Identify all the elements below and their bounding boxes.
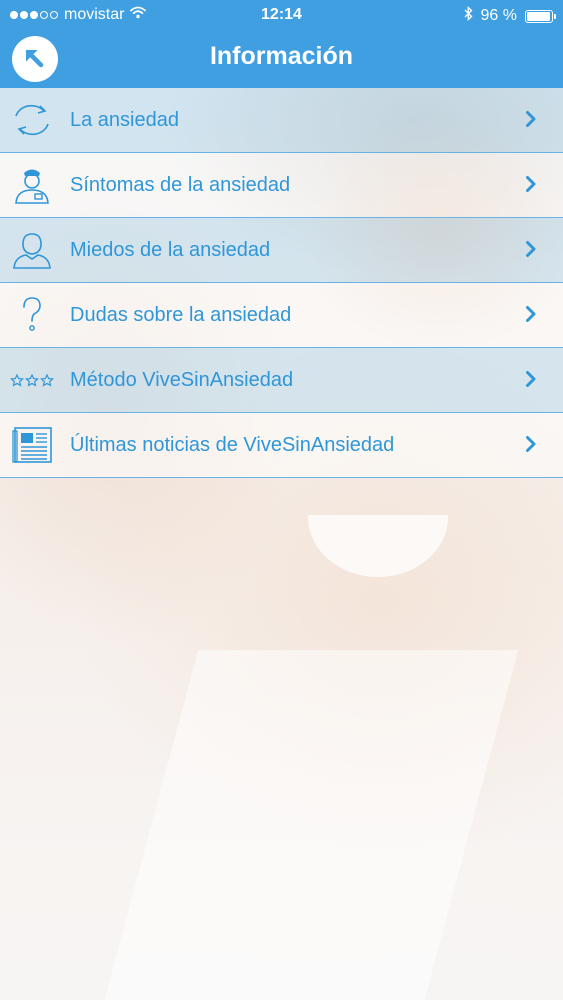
menu-item-metodo[interactable]: Método ViveSinAnsiedad: [0, 348, 563, 413]
menu-item-la-ansiedad[interactable]: La ansiedad: [0, 88, 563, 153]
menu-item-label: Últimas noticias de ViveSinAnsiedad: [70, 434, 395, 456]
page-title: Información: [209, 42, 354, 70]
menu-item-label: Método ViveSinAnsiedad: [70, 369, 294, 391]
menu-item-sintomas[interactable]: Síntomas de la ansiedad: [0, 153, 563, 218]
battery-level: [527, 11, 551, 21]
stars-icon: [10, 360, 54, 400]
chevron-right-icon: [525, 370, 537, 393]
navigation-bar: Información: [0, 30, 563, 88]
menu-item-label: Miedos de la ansiedad: [70, 239, 271, 261]
person-icon: [10, 230, 54, 270]
battery-icon: [525, 9, 556, 23]
menu-item-dudas[interactable]: Dudas sobre la ansiedad: [0, 283, 563, 348]
status-bar: movistar 12:14 96 %: [0, 0, 563, 30]
chevron-right-icon: [525, 435, 537, 458]
chevron-right-icon: [525, 240, 537, 263]
menu-item-label: La ansiedad: [70, 109, 179, 131]
status-right: 96 %: [464, 5, 556, 26]
chevron-right-icon: [525, 305, 537, 328]
menu-list: La ansiedad Síntomas de la ansiedad Mied…: [0, 88, 563, 478]
question-icon: [10, 295, 54, 335]
menu-item-miedos[interactable]: Miedos de la ansiedad: [0, 218, 563, 283]
battery-percent: 96 %: [480, 7, 517, 24]
menu-item-noticias[interactable]: Últimas noticias de ViveSinAnsiedad: [0, 413, 563, 478]
background-photo-shirt: [101, 650, 519, 1000]
cycle-arrows-icon: [10, 100, 54, 140]
bluetooth-icon: [464, 5, 473, 26]
background-photo-smile: [308, 515, 448, 577]
menu-item-label: Síntomas de la ansiedad: [70, 174, 291, 196]
chevron-right-icon: [525, 175, 537, 198]
menu-item-label: Dudas sobre la ansiedad: [70, 304, 292, 326]
app-screen: movistar 12:14 96 % Información La ansie…: [0, 0, 563, 1000]
newspaper-icon: [10, 425, 54, 465]
chevron-right-icon: [525, 110, 537, 133]
doctor-icon: [10, 165, 54, 205]
